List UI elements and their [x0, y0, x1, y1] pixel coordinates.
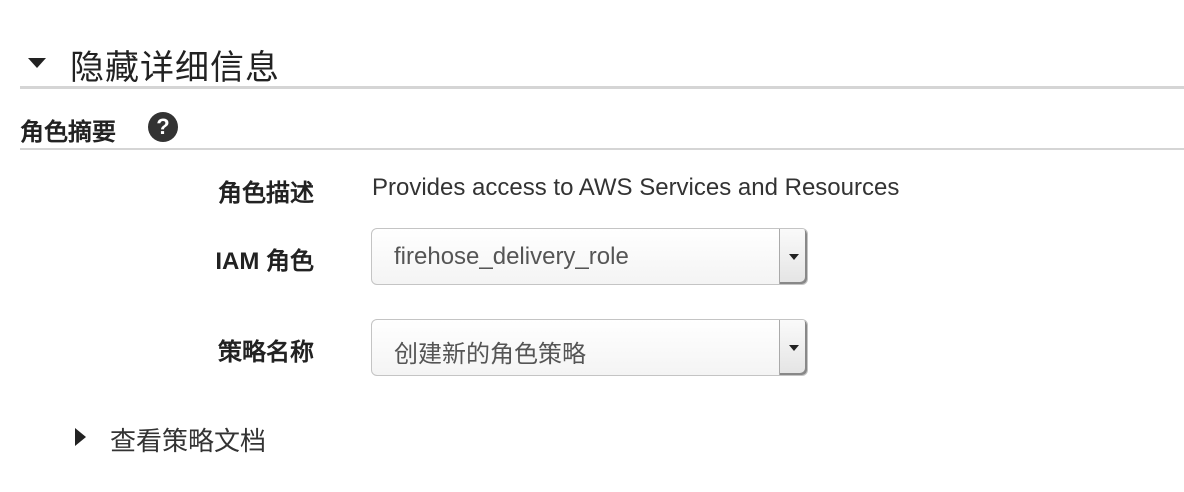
role-description-label: 角色描述: [218, 180, 314, 207]
chevron-down-icon: [789, 345, 799, 351]
iam-role-dropdown-button[interactable]: [779, 229, 807, 284]
help-icon[interactable]: ?: [148, 112, 178, 142]
role-summary-title: 角色摘要: [20, 119, 116, 146]
view-policy-document-link[interactable]: 查看策略文档: [110, 421, 266, 458]
iam-role-label: IAM 角色: [215, 248, 314, 275]
caret-down-icon[interactable]: [28, 58, 46, 68]
iam-role-selected-value: firehose_delivery_role: [394, 243, 629, 270]
policy-name-label: 策略名称: [218, 339, 314, 366]
role-summary-header: 角色摘要 ?: [20, 108, 1184, 150]
policy-name-dropdown-button[interactable]: [779, 320, 807, 375]
details-section-header[interactable]: 隐藏详细信息: [20, 36, 1184, 89]
policy-name-select[interactable]: 创建新的角色策略: [371, 319, 808, 376]
policy-name-selected-value: 创建新的角色策略: [394, 341, 586, 368]
chevron-down-icon: [789, 254, 799, 260]
iam-role-select[interactable]: firehose_delivery_role: [371, 228, 808, 285]
caret-right-icon[interactable]: [75, 428, 86, 446]
role-description-value: Provides access to AWS Services and Reso…: [372, 174, 900, 201]
section-title[interactable]: 隐藏详细信息: [70, 40, 280, 89]
